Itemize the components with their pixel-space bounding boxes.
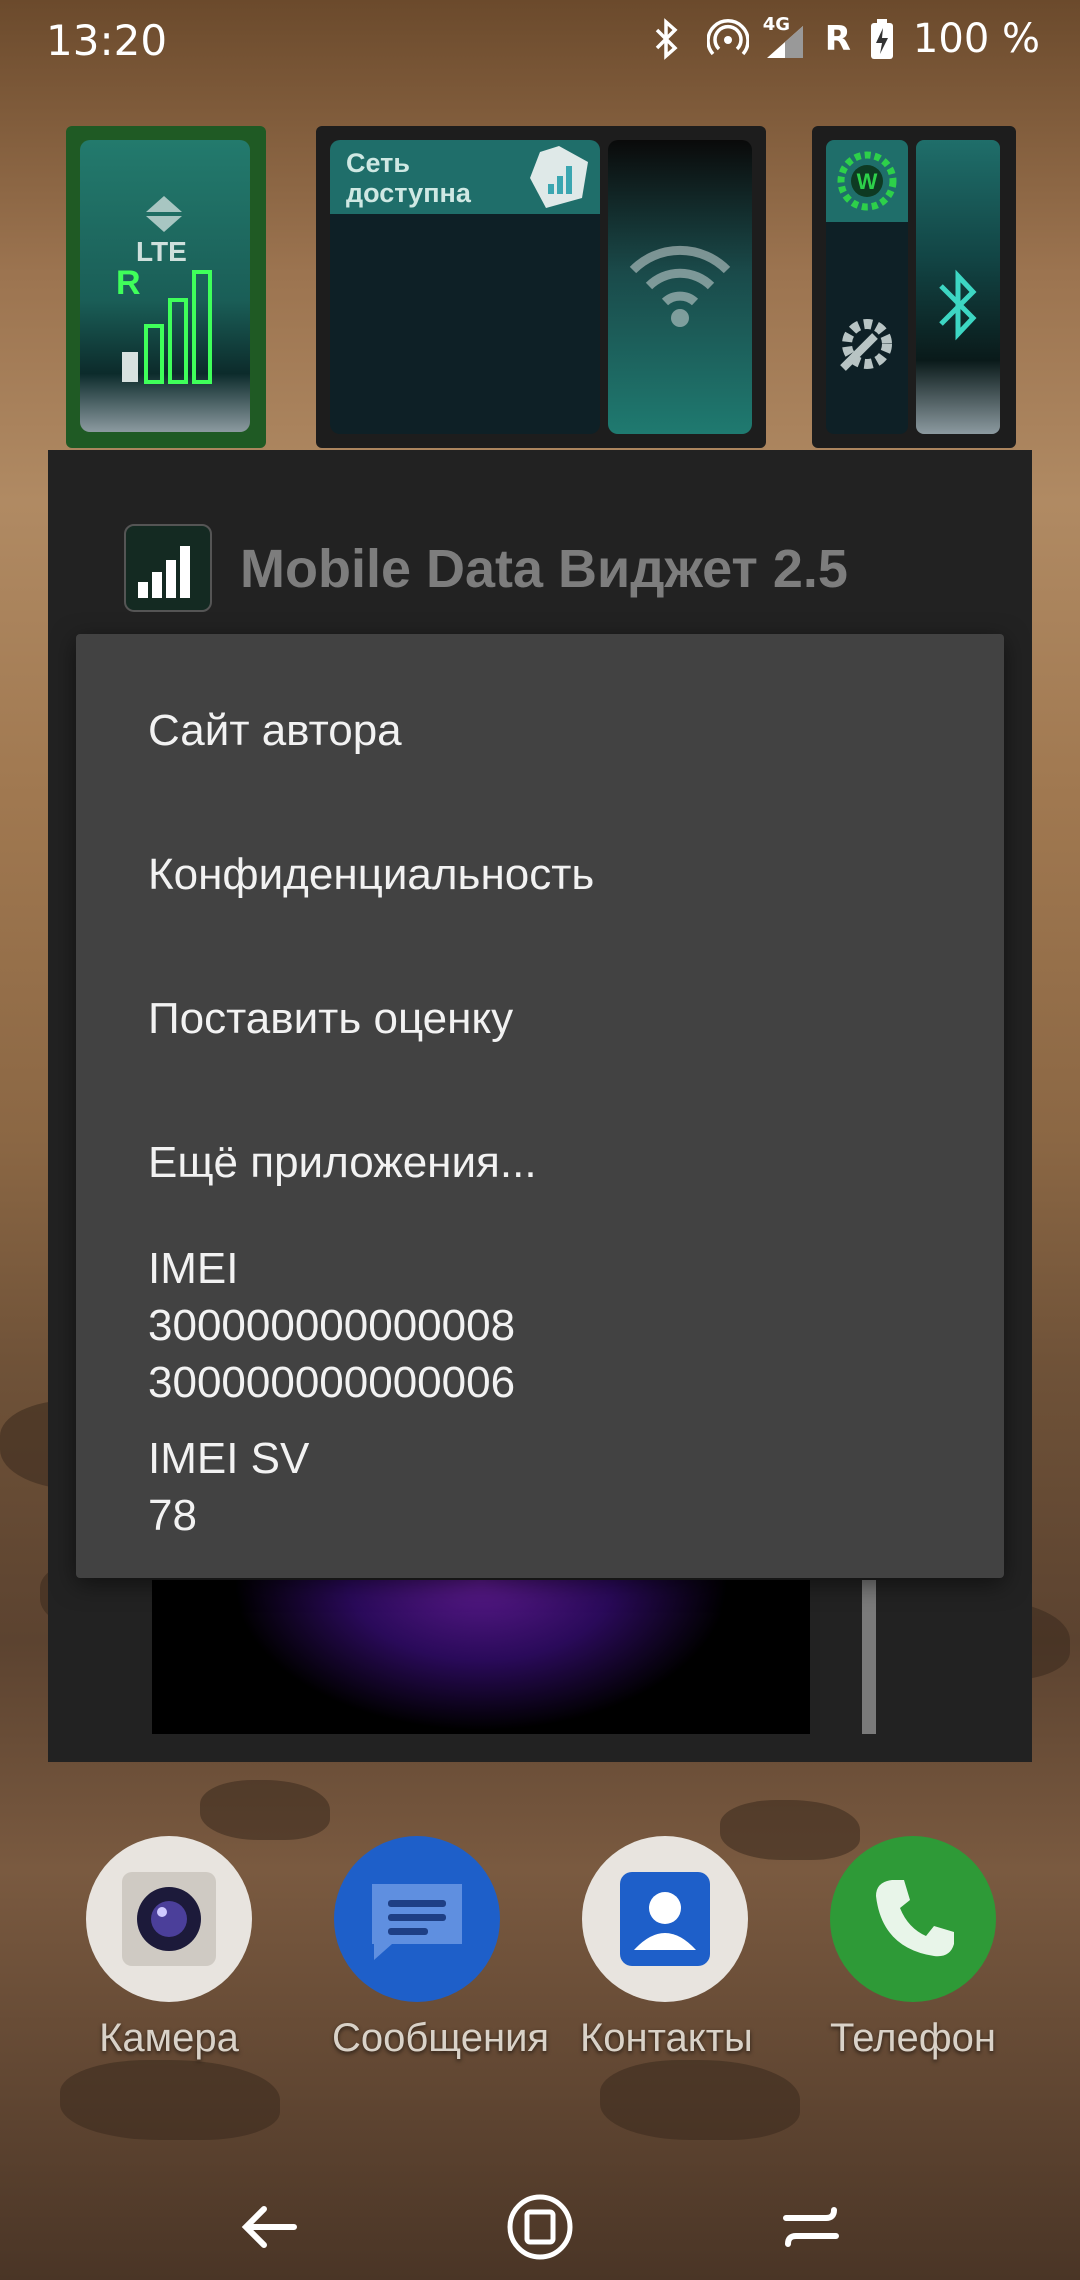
menu-item-rate[interactable]: Поставить оценку — [148, 994, 513, 1044]
imei-sv-value: 78 — [148, 1491, 197, 1540]
app-icon — [124, 524, 212, 612]
battery-charging-icon — [869, 18, 895, 60]
network-widget[interactable]: Сеть доступна — [316, 126, 766, 448]
network-hex-icon — [530, 146, 588, 208]
dock-camera[interactable]: Камера — [84, 1836, 254, 2061]
signal-bars-icon — [122, 270, 212, 384]
dialog-title: Mobile Data Виджет 2.5 — [240, 539, 848, 599]
imei-block: IMEI 300000000000008 300000000000006 — [148, 1240, 515, 1411]
dock-phone[interactable]: Телефон — [828, 1836, 998, 2061]
imei-title: IMEI — [148, 1244, 239, 1293]
options-menu: Сайт автора Конфиденциальность Поставить… — [76, 634, 1004, 1578]
settings-gear-icon — [840, 319, 892, 371]
imei-value-2: 300000000000006 — [148, 1358, 516, 1407]
back-icon[interactable] — [224, 2182, 314, 2272]
messages-icon — [334, 1836, 500, 2002]
imei-sv-block: IMEI SV 78 — [148, 1430, 309, 1544]
background-rock — [200, 1780, 330, 1840]
recents-icon[interactable] — [766, 2182, 856, 2272]
wifi-icon — [629, 245, 731, 327]
dock-contacts[interactable]: Контакты — [580, 1836, 753, 2061]
dock-messages[interactable]: Сообщения — [332, 1836, 550, 2061]
menu-item-author-site[interactable]: Сайт автора — [148, 706, 402, 756]
menu-item-more-apps[interactable]: Ещё приложения... — [148, 1138, 537, 1188]
bluetooth-icon — [939, 269, 977, 341]
network-type-label: 4G — [762, 14, 791, 35]
scrollbar[interactable] — [862, 1580, 876, 1734]
phone-icon — [830, 1836, 996, 2002]
background-rock — [600, 2060, 800, 2140]
mobile-data-widget[interactable]: LTE R — [66, 126, 266, 448]
network-status-text: Сеть доступна — [346, 148, 471, 208]
camera-icon — [86, 1836, 252, 2002]
hotspot-icon — [705, 18, 750, 60]
w-badge-icon: W — [837, 151, 897, 211]
status-time: 13:20 — [46, 16, 168, 65]
menu-item-privacy[interactable]: Конфиденциальность — [148, 850, 594, 900]
dock-label: Телефон — [830, 2016, 996, 2060]
status-bar: 13:20 4G R 100 % — [0, 0, 1080, 80]
dock-label: Сообщения — [332, 2016, 550, 2060]
contacts-icon — [582, 1836, 748, 2002]
home-icon[interactable] — [495, 2182, 585, 2272]
widget-preview — [152, 1580, 810, 1734]
signal-icon: 4G — [763, 14, 807, 60]
svg-text:W: W — [857, 169, 878, 194]
battery-level: 100 % — [912, 16, 1040, 62]
quick-settings-widget[interactable]: W — [812, 126, 1016, 448]
navigation-bar — [0, 2170, 1080, 2280]
imei-value-1: 300000000000008 — [148, 1301, 516, 1350]
dock-label: Контакты — [580, 2016, 753, 2060]
bluetooth-icon — [651, 18, 689, 60]
roaming-indicator: R — [824, 19, 851, 59]
background-rock — [60, 2060, 280, 2140]
imei-sv-title: IMEI SV — [148, 1434, 310, 1483]
data-transfer-arrows-icon — [146, 196, 182, 232]
dock-label: Камера — [99, 2016, 239, 2060]
